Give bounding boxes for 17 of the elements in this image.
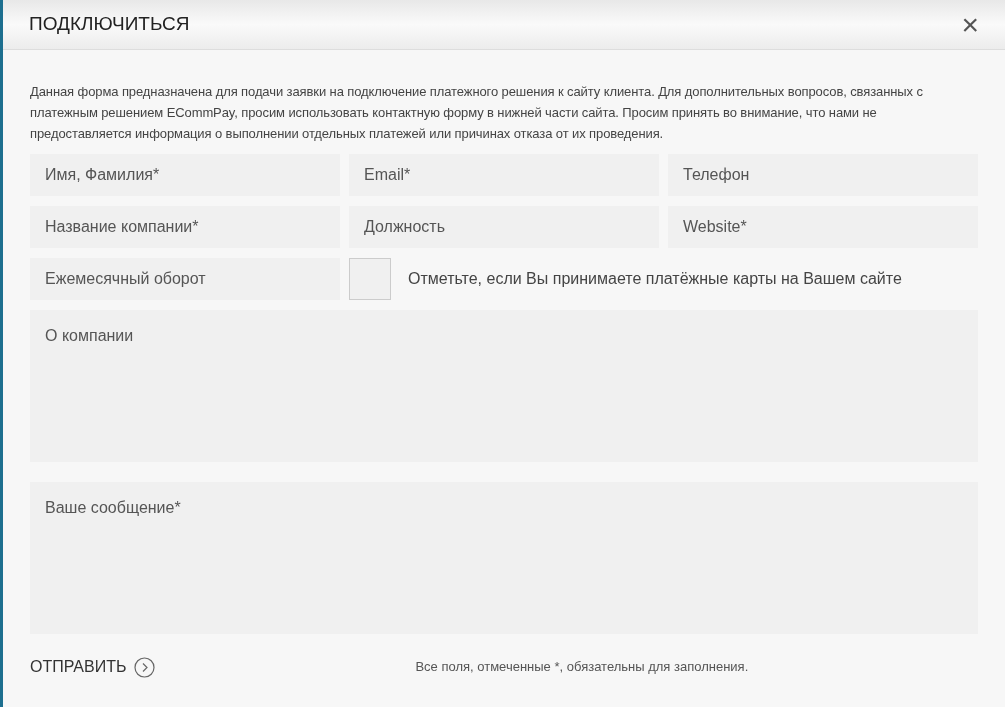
text-field[interactable]: Название компании* bbox=[30, 206, 340, 248]
text-field[interactable]: Ежемесячный оборот bbox=[30, 258, 340, 300]
checkbox[interactable] bbox=[349, 258, 391, 300]
required-note: Все поля, отмеченные *, обязательны для заполнения. bbox=[415, 658, 749, 677]
close-button[interactable]: × bbox=[961, 9, 979, 40]
text-field[interactable]: Имя, Фамилия* bbox=[30, 154, 340, 196]
text-field[interactable]: Email* bbox=[349, 154, 659, 196]
text-area[interactable]: О компании bbox=[30, 310, 978, 462]
text-field[interactable]: Website* bbox=[668, 206, 978, 248]
checkbox-label: Отметьте, если Вы принимаете платёжные карты на Вашем сайте bbox=[408, 269, 902, 289]
text-field[interactable]: Телефон bbox=[668, 154, 978, 196]
dialog-title: ПОДКЛЮЧИТЬСЯ bbox=[29, 12, 190, 37]
form-description: Данная форма предназначена для подачи заявки на подключение платежного решения к сайту клиента. Для дополнительных вопросов, связанных с платежным решением ECommPay, просим использовать контактную форму в нижней части сайта. Просим принять во внимание, что нами не предоставляется информация о выполнении отдельных платежей или причинах отказа от их проведения. bbox=[30, 83, 924, 143]
chevron-circle-icon bbox=[134, 656, 156, 678]
submit-button[interactable]: ОТПРАВИТЬ bbox=[30, 655, 156, 679]
text-area[interactable]: Ваше сообщение* bbox=[30, 482, 978, 634]
text-field[interactable]: Должность bbox=[349, 206, 659, 248]
